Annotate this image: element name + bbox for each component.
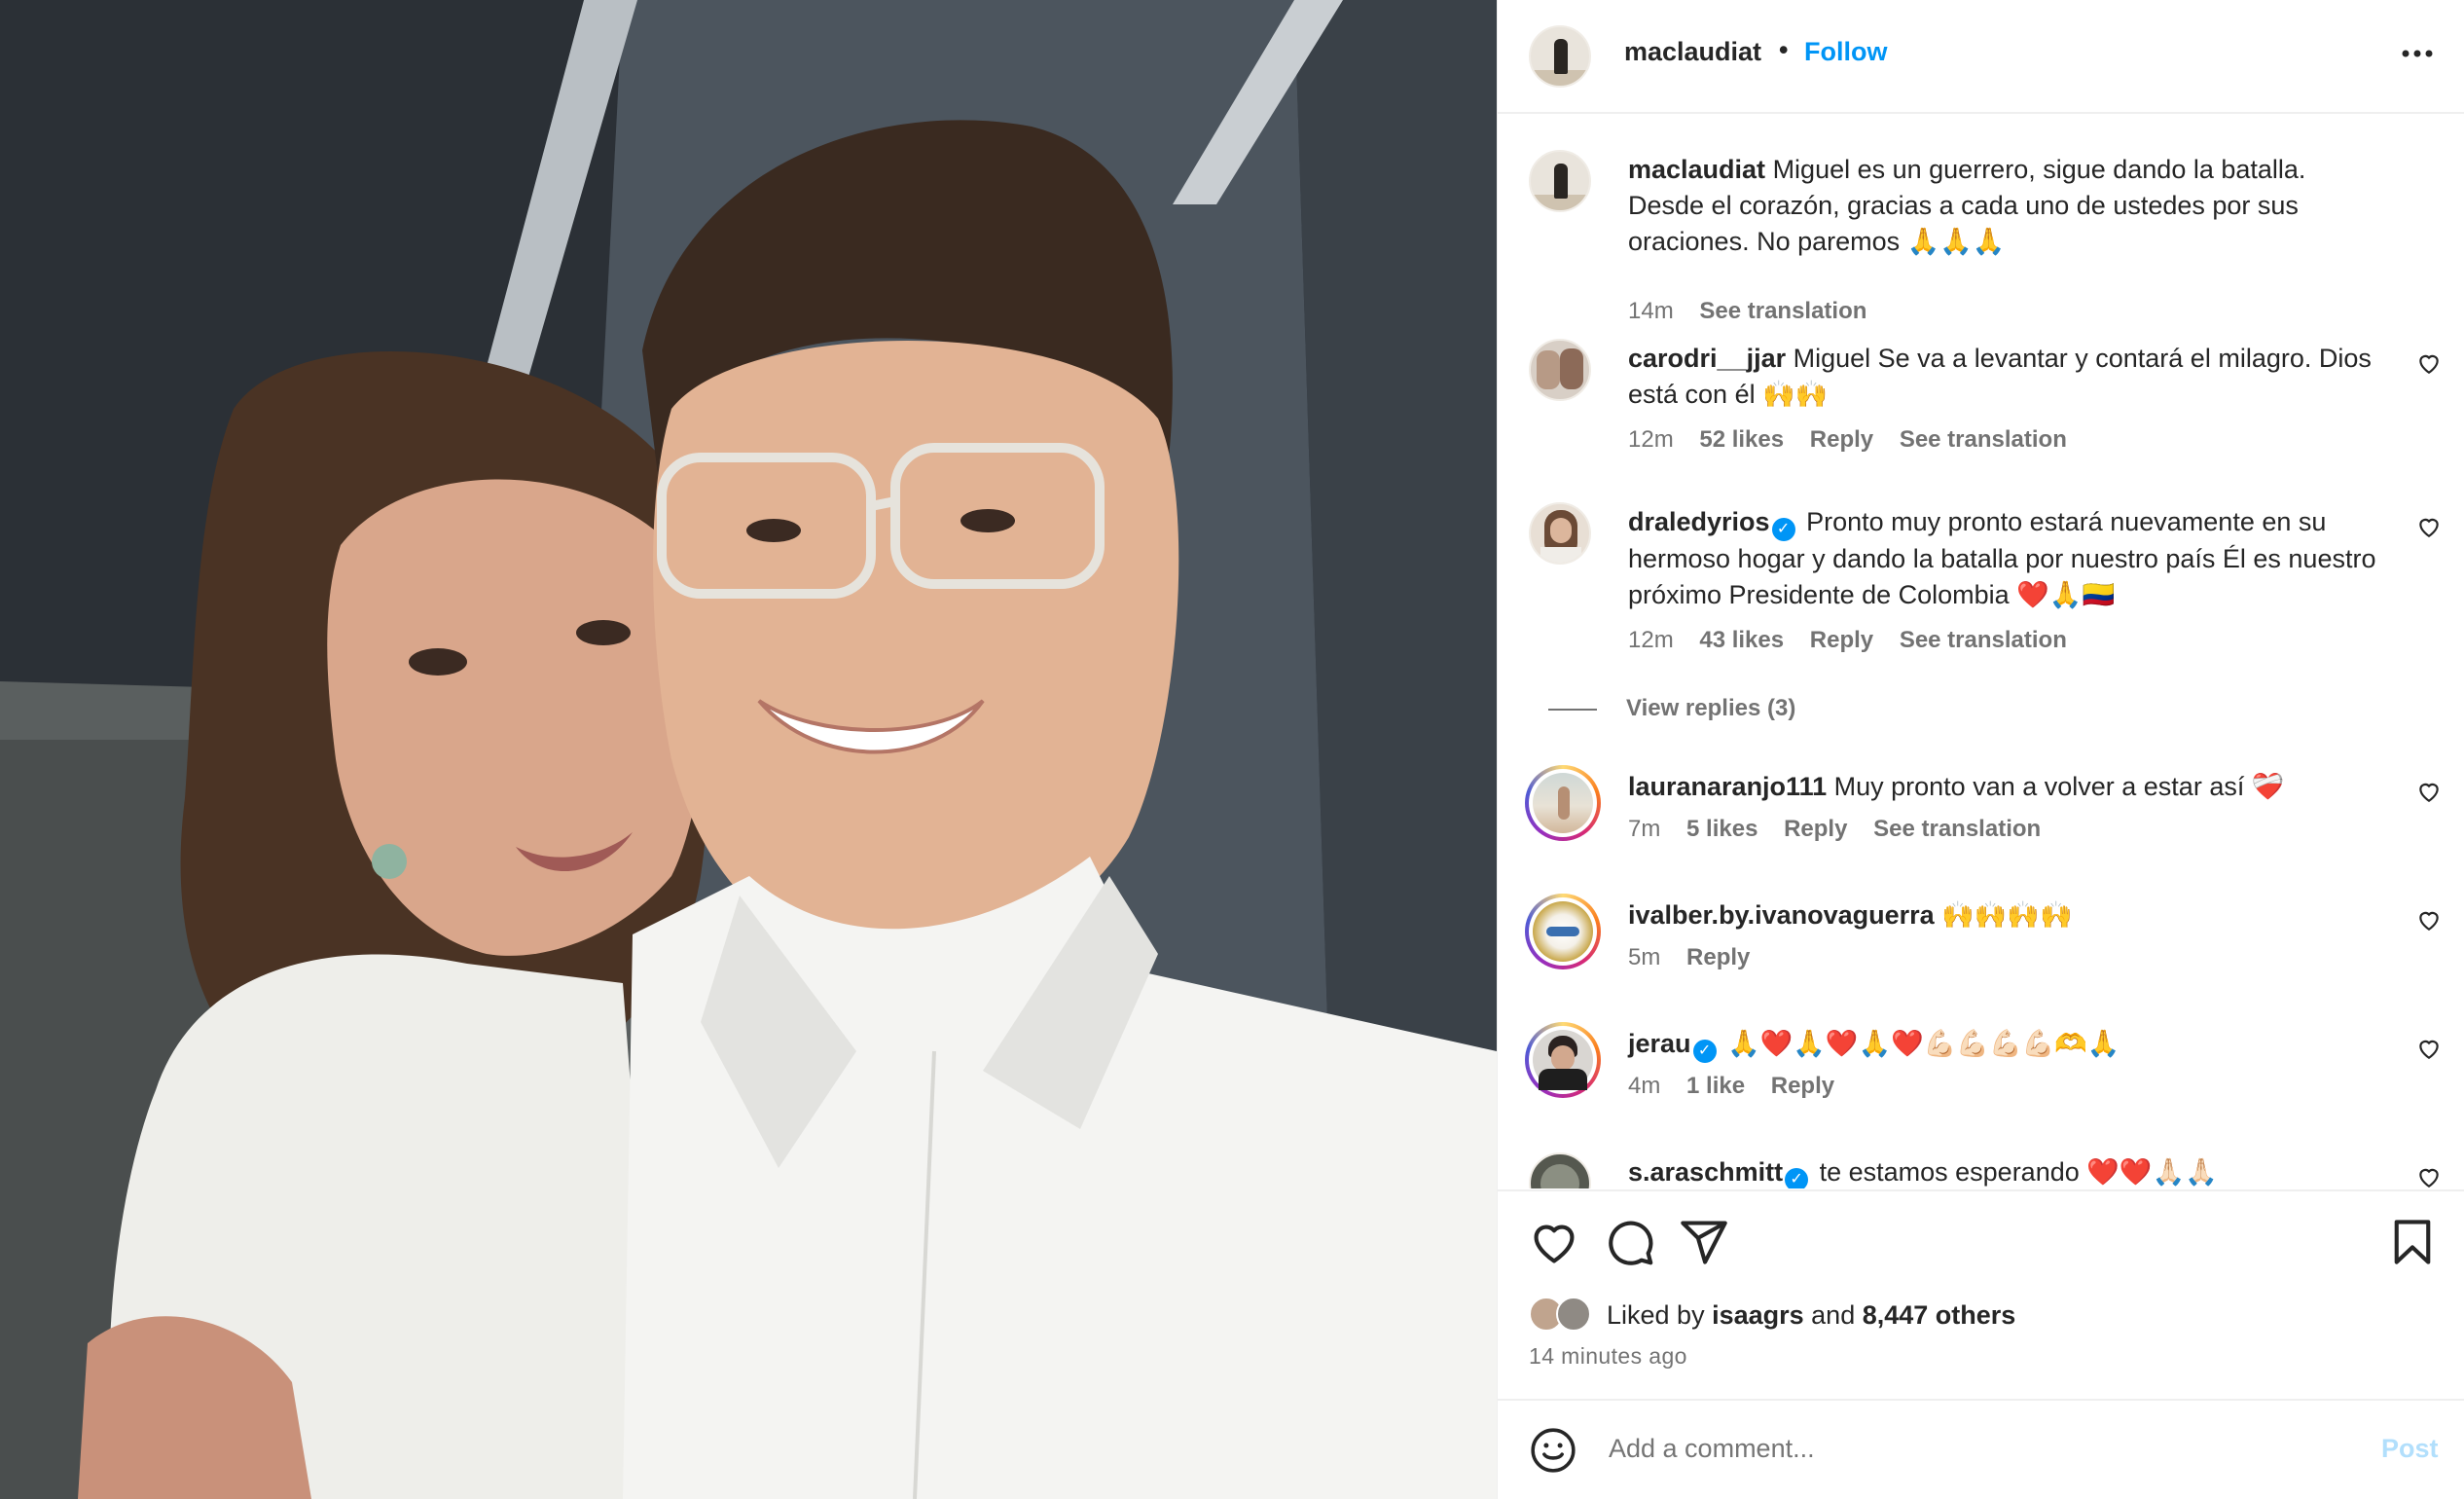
view-replies-label: View replies (3) <box>1626 695 1796 721</box>
comment-body <box>1721 1029 1728 1058</box>
more-horizontal-icon[interactable] <box>2397 33 2438 74</box>
comment-emoji: 🙌🙌 <box>1762 380 1829 410</box>
comment-username[interactable]: lauranaranjo111 <box>1628 772 1827 801</box>
comment-text: jerau ✓ 🙏❤️🙏❤️🙏❤️💪🏻💪🏻💪🏻💪🏻🫶🙏 <box>1628 1026 2377 1063</box>
like-comment-heart-icon[interactable] <box>2416 779 2442 804</box>
comment-emoji: ❤️‍🩹 <box>2251 772 2285 802</box>
liker-avatar <box>1556 1297 1591 1332</box>
post-side-panel: maclaudiat • Follow maclaudiat Miguel es… <box>1497 0 2464 1499</box>
reply-button[interactable]: Reply <box>1784 816 1847 842</box>
comment-time[interactable]: 12m <box>1628 627 1674 653</box>
caption-avatar[interactable] <box>1529 150 1591 212</box>
story-ring[interactable] <box>1525 1022 1601 1098</box>
follow-button[interactable]: Follow <box>1804 37 1887 67</box>
comment-emoji: 🙌🙌🙌🙌 <box>1941 900 2073 931</box>
view-replies-button[interactable]: View replies (3) <box>1548 695 1796 722</box>
caption-time[interactable]: 14m <box>1628 298 1674 324</box>
caption-text: maclaudiat Miguel es un guerrero, sigue … <box>1628 152 2377 260</box>
liked-by-user[interactable]: isaagrs <box>1712 1300 1804 1330</box>
comment-likes[interactable]: 52 likes <box>1699 426 1784 453</box>
comment-avatar[interactable] <box>1529 339 1591 401</box>
caption-username[interactable]: maclaudiat <box>1628 155 1765 184</box>
author-username[interactable]: maclaudiat <box>1624 37 1761 67</box>
comment-emoji: 🙏❤️🙏❤️🙏❤️💪🏻💪🏻💪🏻💪🏻🫶🙏 <box>1727 1029 2120 1059</box>
post-time[interactable]: 14 minutes ago <box>1529 1343 1687 1370</box>
caption-meta: 14m See translation <box>1628 298 1886 325</box>
post-header: maclaudiat • Follow <box>1498 0 2464 114</box>
like-comment-heart-icon[interactable] <box>2416 1036 2442 1061</box>
caption-emoji: 🙏🙏🙏 <box>1906 227 2006 257</box>
comment-likes[interactable]: 43 likes <box>1699 627 1784 653</box>
comment-time[interactable]: 4m <box>1628 1073 1660 1099</box>
photo-illustration <box>0 0 1497 1499</box>
comment-meta: 12m 43 likes Reply See translation <box>1628 627 2086 654</box>
verified-badge-icon: ✓ <box>1785 1168 1809 1188</box>
like-heart-icon[interactable] <box>1529 1217 1579 1267</box>
emoji-smile-icon[interactable] <box>1529 1426 1577 1475</box>
verified-badge-icon: ✓ <box>1692 1040 1717 1063</box>
comment-time[interactable]: 5m <box>1628 944 1660 970</box>
see-translation-button[interactable]: See translation <box>1900 426 2067 453</box>
caption-see-translation[interactable]: See translation <box>1699 298 1866 324</box>
comment-text: carodri__jjar Miguel Se va a levantar y … <box>1628 341 2377 413</box>
comment-avatar[interactable] <box>1529 1152 1591 1188</box>
view-replies-line <box>1548 708 1597 711</box>
comment-meta: 12m 52 likes Reply See translation <box>1628 426 2086 454</box>
bookmark-save-icon[interactable] <box>2387 1217 2438 1267</box>
liked-by-and: and <box>1803 1300 1863 1330</box>
comment-meta: 5m Reply <box>1628 944 1769 971</box>
reply-button[interactable]: Reply <box>1686 944 1750 970</box>
comment-meta: 7m 5 likes Reply See translation <box>1628 816 2060 843</box>
comment-text: lauranaranjo111 Muy pronto van a volver … <box>1628 769 2377 805</box>
like-comment-heart-icon[interactable] <box>2416 514 2442 539</box>
comment-username[interactable]: draledyrios <box>1628 507 1770 536</box>
see-translation-button[interactable]: See translation <box>1900 627 2067 653</box>
reply-button[interactable]: Reply <box>1771 1073 1834 1099</box>
liked-by-text: Liked by isaagrs and 8,447 others <box>1607 1300 2015 1331</box>
comment-emoji: ❤️❤️🙏🏻🙏🏻 <box>2086 1157 2218 1188</box>
liked-by-others[interactable]: 8,447 others <box>1863 1300 2016 1330</box>
comment-bubble-icon[interactable] <box>1605 1217 1655 1267</box>
verified-badge-icon: ✓ <box>1771 518 1795 541</box>
post-actions: Liked by isaagrs and 8,447 others 14 min… <box>1498 1189 2464 1399</box>
liked-by-prefix: Liked by <box>1607 1300 1713 1330</box>
comment-username[interactable]: carodri__jjar <box>1628 344 1786 373</box>
story-ring[interactable] <box>1525 765 1601 841</box>
comment-username[interactable]: s.araschmitt <box>1628 1157 1783 1187</box>
reply-button[interactable]: Reply <box>1810 426 1873 453</box>
comment-likes[interactable]: 5 likes <box>1686 816 1757 842</box>
comment-username[interactable]: jerau <box>1628 1029 1691 1058</box>
separator-dot: • <box>1779 35 1789 64</box>
like-comment-heart-icon[interactable] <box>2416 1164 2442 1188</box>
comment-likes[interactable]: 1 like <box>1686 1073 1745 1099</box>
post-comment-button[interactable]: Post <box>2381 1434 2439 1464</box>
see-translation-button[interactable]: See translation <box>1873 816 2041 842</box>
comment-meta: 4m 1 like Reply <box>1628 1073 1854 1100</box>
story-ring[interactable] <box>1525 894 1601 969</box>
reply-button[interactable]: Reply <box>1810 627 1873 653</box>
comments-list[interactable]: maclaudiat Miguel es un guerrero, sigue … <box>1498 115 2464 1188</box>
comment-emoji: ❤️🙏🇨🇴 <box>2016 580 2116 610</box>
comment-avatar[interactable] <box>1529 502 1591 565</box>
comment-input[interactable] <box>1609 1434 2290 1464</box>
post-photo[interactable] <box>0 0 1497 1499</box>
comment-username[interactable]: ivalber.by.ivanovaguerra <box>1628 900 1935 930</box>
comment-text: draledyrios ✓ Pronto muy pronto estará nu… <box>1628 504 2377 613</box>
share-paper-plane-icon[interactable] <box>1679 1217 1729 1267</box>
like-comment-heart-icon[interactable] <box>2416 350 2442 376</box>
comment-body: te estamos esperando <box>1812 1157 2087 1187</box>
author-avatar[interactable] <box>1529 25 1591 88</box>
comment-text: ivalber.by.ivanovaguerra 🙌🙌🙌🙌 <box>1628 897 2377 933</box>
comment-time[interactable]: 12m <box>1628 426 1674 453</box>
comment-body: Muy pronto van a volver a estar así <box>1827 772 2252 801</box>
add-comment-bar: Post <box>1498 1399 2464 1499</box>
comment-text: s.araschmitt ✓ te estamos esperando ❤️❤️🙏… <box>1628 1154 2377 1188</box>
comment-time[interactable]: 7m <box>1628 816 1660 842</box>
like-comment-heart-icon[interactable] <box>2416 907 2442 932</box>
